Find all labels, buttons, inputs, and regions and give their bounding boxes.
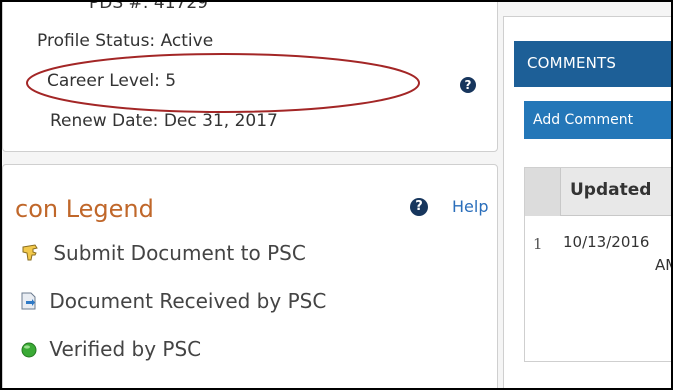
comments-table-header: Updated <box>525 168 671 216</box>
add-comment-button[interactable]: Add Comment <box>524 101 671 139</box>
career-level-help-icon[interactable]: ? <box>460 77 476 93</box>
legend-help-icon[interactable]: ? <box>410 198 428 216</box>
table-row-updated-date: 10/13/2016 <box>563 233 650 251</box>
pds-number-row: PDS #: 41729 <box>89 0 208 13</box>
row-number-column-header <box>525 168 561 216</box>
legend-item-submit: Submit Document to PSC <box>21 241 306 267</box>
hand-point-icon <box>21 243 41 267</box>
legend-item-label: Verified by PSC <box>49 337 202 361</box>
career-level-highlight-ellipse <box>26 53 420 113</box>
legend-help-link[interactable]: Help <box>452 197 488 216</box>
profile-panel: PDS #: 41729 Profile Status: Active Care… <box>2 0 498 152</box>
comments-header: COMMENTS <box>514 41 671 87</box>
table-row-number: 1 <box>533 235 543 253</box>
profile-status-row: Profile Status: Active <box>37 31 213 51</box>
legend-item-label: Document Received by PSC <box>49 289 327 313</box>
pds-number-text: PDS #: 41729 <box>89 0 208 13</box>
legend-item-received: Document Received by PSC <box>21 289 326 315</box>
green-circle-icon <box>21 339 37 363</box>
legend-item-verified: Verified by PSC <box>21 337 201 363</box>
icon-legend-panel: con Legend ? Help Submit Document to PSC… <box>2 164 498 388</box>
profile-status-label: Profile Status: <box>37 31 156 51</box>
comments-table: Updated 1 10/13/2016 AM <box>524 167 671 362</box>
icon-legend-title: con Legend <box>15 195 154 223</box>
screenshot-frame: PDS #: 41729 Profile Status: Active Care… <box>0 0 673 390</box>
legend-item-label: Submit Document to PSC <box>53 241 306 265</box>
updated-column-header[interactable]: Updated <box>570 180 651 200</box>
table-row-updated-time: AM <box>655 256 671 274</box>
comments-panel: COMMENTS Add Comment Updated 1 10/13/201… <box>503 16 671 388</box>
document-received-icon <box>21 291 37 315</box>
profile-status-value: Active <box>160 31 214 51</box>
